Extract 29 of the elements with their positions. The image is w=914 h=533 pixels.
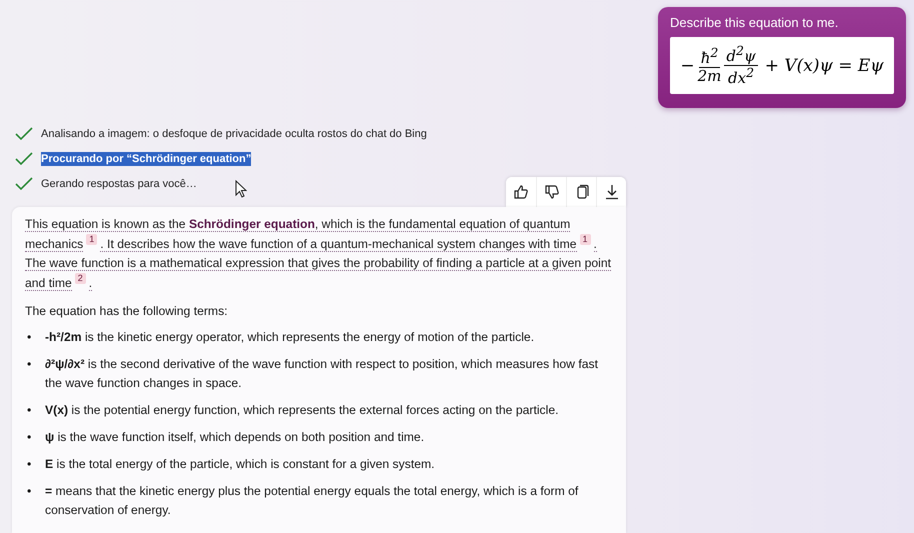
citation-link[interactable]: 1 — [86, 234, 98, 245]
term-text: ∂²ψ/∂x² is the second derivative of the wave function with respect to position, which measures how fast the wave function changes in space. — [45, 356, 600, 392]
term-text: E is the total energy of the particle, which is constant for a given system. — [45, 456, 436, 473]
thumbs-up-button[interactable] — [506, 177, 536, 207]
term-text: ψ is the wave function itself, which depends on both position and time. — [45, 429, 426, 446]
thumbs-down-icon — [544, 184, 560, 200]
term-text: = means that the kinetic energy plus the potential energy equals the total energy, which is a form of conservation of energy. — [45, 483, 580, 519]
download-button[interactable] — [596, 177, 626, 207]
step-text: Gerando respostas para você… — [41, 178, 197, 190]
step-text: Procurando por “Schrödinger equation” — [41, 152, 252, 166]
term-text: -h²/2m is the kinetic energy operator, which represents the energy of motion of the particle. — [45, 329, 536, 346]
message-text: Describe this equation to me. — [670, 15, 840, 30]
answer-paragraph: This equation is known as the Schrödinger equation, which is the fundamental equation of quantum mechanics 1 . It describes how the wave function of a quantum-mechanical system changes with time 1 . The wave function is a mathematical expression that gives the probability of finding a particle at a given point and time 2 . — [25, 216, 612, 293]
thumbs-down-button[interactable] — [536, 177, 566, 207]
pointer-icon — [234, 180, 247, 198]
citation-link[interactable]: 1 — [580, 234, 591, 245]
citation-link[interactable]: 2 — [74, 273, 86, 284]
bullet-mark: • — [26, 456, 32, 473]
download-icon — [604, 184, 620, 200]
answer-paragraph: The equation has the following terms: — [25, 303, 229, 320]
term-text: V(x) is the potential energy function, which represents the external forces acting on the particle. — [45, 402, 560, 419]
bullet-mark: • — [26, 329, 32, 346]
bullet-mark: • — [26, 483, 32, 500]
bullet-mark: • — [26, 356, 32, 373]
thumbs-up-icon — [513, 184, 529, 200]
copy-button[interactable] — [566, 177, 596, 207]
step-text: Analisando a imagem: o desfoque de privacidade oculta rostos do chat do Bing — [41, 128, 427, 140]
bullet-mark: • — [26, 429, 32, 446]
bullet-mark: • — [26, 402, 32, 419]
